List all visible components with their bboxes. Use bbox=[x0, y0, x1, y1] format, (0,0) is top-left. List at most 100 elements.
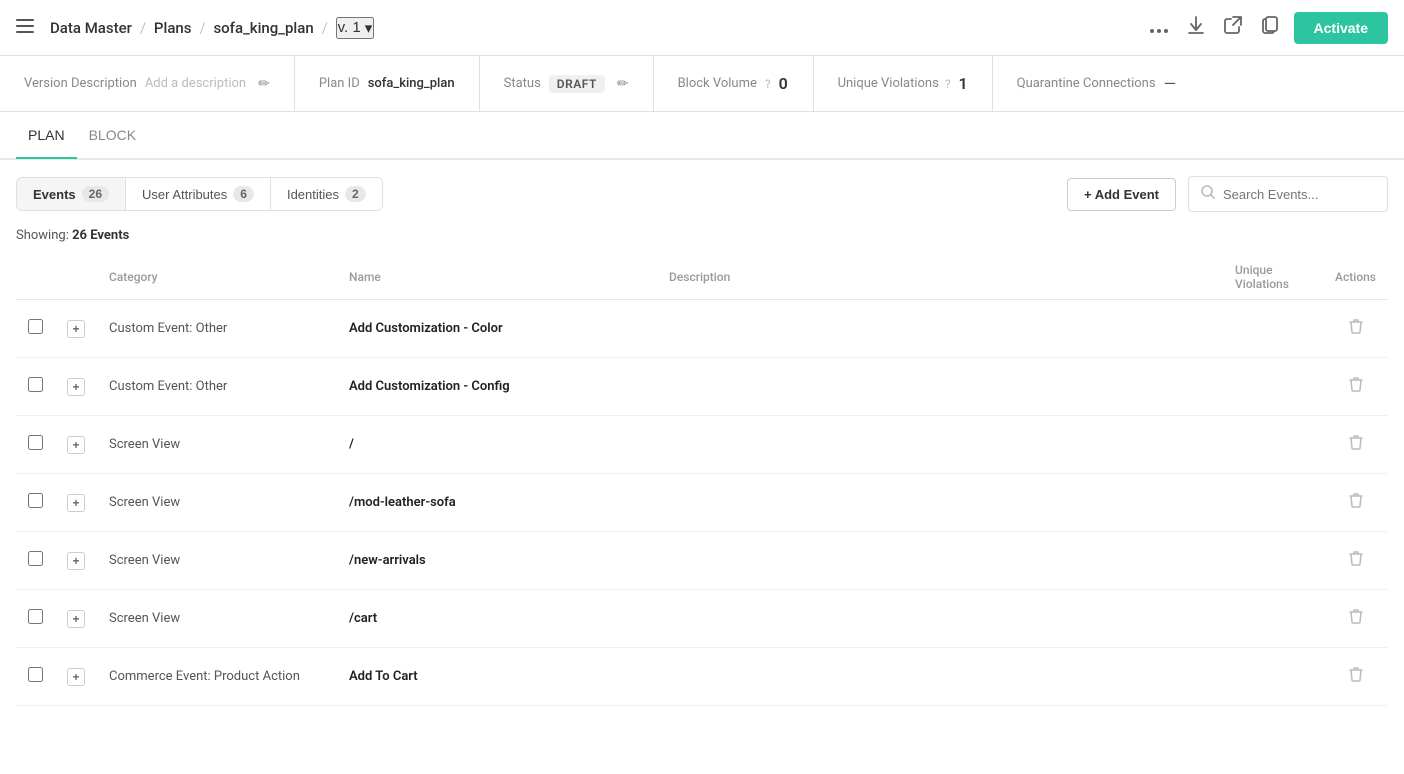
row-unique-violations bbox=[1223, 590, 1323, 648]
delete-row-button[interactable] bbox=[1341, 604, 1371, 633]
unique-violations-group: Unique Violations ? bbox=[838, 76, 951, 91]
th-category: Category bbox=[97, 255, 337, 300]
row-checkbox[interactable] bbox=[28, 319, 43, 334]
table-row: + Screen View /new-arrivals bbox=[16, 532, 1388, 590]
status-badge: DRAFT bbox=[549, 75, 605, 93]
row-expand-button[interactable]: + bbox=[67, 436, 85, 454]
delete-row-button[interactable] bbox=[1341, 430, 1371, 459]
row-description bbox=[657, 648, 1223, 706]
row-unique-violations bbox=[1223, 358, 1323, 416]
status-field: Status DRAFT ✏ bbox=[480, 56, 654, 111]
plan-id-field: Plan ID sofa_king_plan bbox=[295, 56, 480, 111]
copy-button[interactable] bbox=[1258, 12, 1282, 43]
nav-actions: Activate bbox=[1146, 12, 1388, 44]
events-toolbar: Events 26 User Attributes 6 Identities 2… bbox=[16, 160, 1388, 220]
th-description: Description bbox=[657, 255, 1223, 300]
row-description bbox=[657, 358, 1223, 416]
row-expand-button[interactable]: + bbox=[67, 610, 85, 628]
quarantine-connections-label: Quarantine Connections bbox=[1017, 76, 1156, 91]
row-actions-cell bbox=[1323, 648, 1388, 706]
row-unique-violations bbox=[1223, 416, 1323, 474]
tab-events-label: Events bbox=[33, 187, 76, 202]
row-expand-button[interactable]: + bbox=[67, 668, 85, 686]
add-event-button[interactable]: + Add Event bbox=[1067, 178, 1176, 211]
row-expand-button[interactable]: + bbox=[67, 320, 85, 338]
table-row: + Custom Event: Other Add Customization … bbox=[16, 358, 1388, 416]
version-desc-edit-button[interactable]: ✏ bbox=[258, 75, 270, 92]
row-category: Screen View bbox=[97, 532, 337, 590]
delete-row-button[interactable] bbox=[1341, 488, 1371, 517]
row-checkbox[interactable] bbox=[28, 609, 43, 624]
delete-row-button[interactable] bbox=[1341, 372, 1371, 401]
user-attributes-count-badge: 6 bbox=[233, 186, 254, 202]
block-volume-label: Block Volume bbox=[678, 76, 757, 91]
delete-row-button[interactable] bbox=[1341, 662, 1371, 691]
version-label: v. 1 bbox=[338, 19, 361, 36]
breadcrumb-plans[interactable]: Plans bbox=[154, 19, 192, 37]
delete-row-button[interactable] bbox=[1341, 314, 1371, 343]
status-edit-button[interactable]: ✏ bbox=[617, 75, 629, 92]
plan-id-value: sofa_king_plan bbox=[368, 76, 455, 91]
row-unique-violations bbox=[1223, 300, 1323, 358]
row-checkbox-cell bbox=[16, 474, 55, 532]
row-checkbox-cell bbox=[16, 358, 55, 416]
row-category: Screen View bbox=[97, 416, 337, 474]
search-box bbox=[1188, 176, 1388, 212]
row-name: Add Customization - Color bbox=[337, 300, 657, 358]
menu-icon[interactable] bbox=[16, 17, 34, 38]
row-expand-button[interactable]: + bbox=[67, 378, 85, 396]
export-button[interactable] bbox=[1220, 12, 1246, 43]
row-name: / bbox=[337, 416, 657, 474]
breadcrumb: Data Master / Plans / sofa_king_plan / v… bbox=[50, 17, 374, 39]
row-checkbox[interactable] bbox=[28, 435, 43, 450]
row-checkbox[interactable] bbox=[28, 493, 43, 508]
row-expand-cell: + bbox=[55, 300, 97, 358]
th-checkbox bbox=[16, 255, 55, 300]
th-unique-violations: Unique Violations bbox=[1223, 255, 1323, 300]
activate-button[interactable]: Activate bbox=[1294, 12, 1388, 44]
th-actions: Actions bbox=[1323, 255, 1388, 300]
row-actions-cell bbox=[1323, 474, 1388, 532]
version-desc-label: Version Description bbox=[24, 76, 137, 91]
row-name: /mod-leather-sofa bbox=[337, 474, 657, 532]
breadcrumb-plan-name[interactable]: sofa_king_plan bbox=[213, 19, 313, 37]
tab-identities[interactable]: Identities 2 bbox=[271, 178, 382, 210]
row-description bbox=[657, 300, 1223, 358]
row-checkbox-cell bbox=[16, 300, 55, 358]
row-checkbox[interactable] bbox=[28, 667, 43, 682]
row-actions-cell bbox=[1323, 532, 1388, 590]
showing-prefix: Showing: bbox=[16, 228, 69, 243]
search-icon bbox=[1201, 185, 1215, 203]
tab-events[interactable]: Events 26 bbox=[17, 178, 126, 210]
version-selector[interactable]: v. 1 ▾ bbox=[336, 17, 375, 39]
search-input[interactable] bbox=[1223, 187, 1363, 202]
status-label: Status bbox=[504, 76, 541, 91]
more-options-button[interactable] bbox=[1146, 13, 1172, 42]
showing-count: 26 Events bbox=[72, 228, 129, 243]
tab-user-attributes[interactable]: User Attributes 6 bbox=[126, 178, 271, 210]
breadcrumb-data-master[interactable]: Data Master bbox=[50, 19, 132, 37]
table-header-row: Category Name Description Unique Violati… bbox=[16, 255, 1388, 300]
version-description-field: Version Description Add a description ✏ bbox=[0, 56, 295, 111]
row-expand-button[interactable]: + bbox=[67, 552, 85, 570]
row-expand-cell: + bbox=[55, 416, 97, 474]
block-volume-help-icon[interactable]: ? bbox=[765, 77, 771, 91]
tab-block[interactable]: BLOCK bbox=[77, 113, 148, 159]
delete-row-button[interactable] bbox=[1341, 546, 1371, 575]
tab-plan[interactable]: PLAN bbox=[16, 113, 77, 159]
row-checkbox[interactable] bbox=[28, 551, 43, 566]
unique-violations-help-icon[interactable]: ? bbox=[945, 77, 951, 91]
row-unique-violations bbox=[1223, 474, 1323, 532]
breadcrumb-sep-1: / bbox=[140, 19, 146, 37]
row-expand-cell: + bbox=[55, 648, 97, 706]
row-expand-button[interactable]: + bbox=[67, 494, 85, 512]
row-actions-cell bbox=[1323, 358, 1388, 416]
row-actions-cell bbox=[1323, 590, 1388, 648]
download-button[interactable] bbox=[1184, 12, 1208, 43]
row-checkbox[interactable] bbox=[28, 377, 43, 392]
row-checkbox-cell bbox=[16, 532, 55, 590]
top-nav: Data Master / Plans / sofa_king_plan / v… bbox=[0, 0, 1404, 56]
row-actions-cell bbox=[1323, 416, 1388, 474]
version-desc-value[interactable]: Add a description bbox=[145, 76, 246, 91]
row-name: /new-arrivals bbox=[337, 532, 657, 590]
